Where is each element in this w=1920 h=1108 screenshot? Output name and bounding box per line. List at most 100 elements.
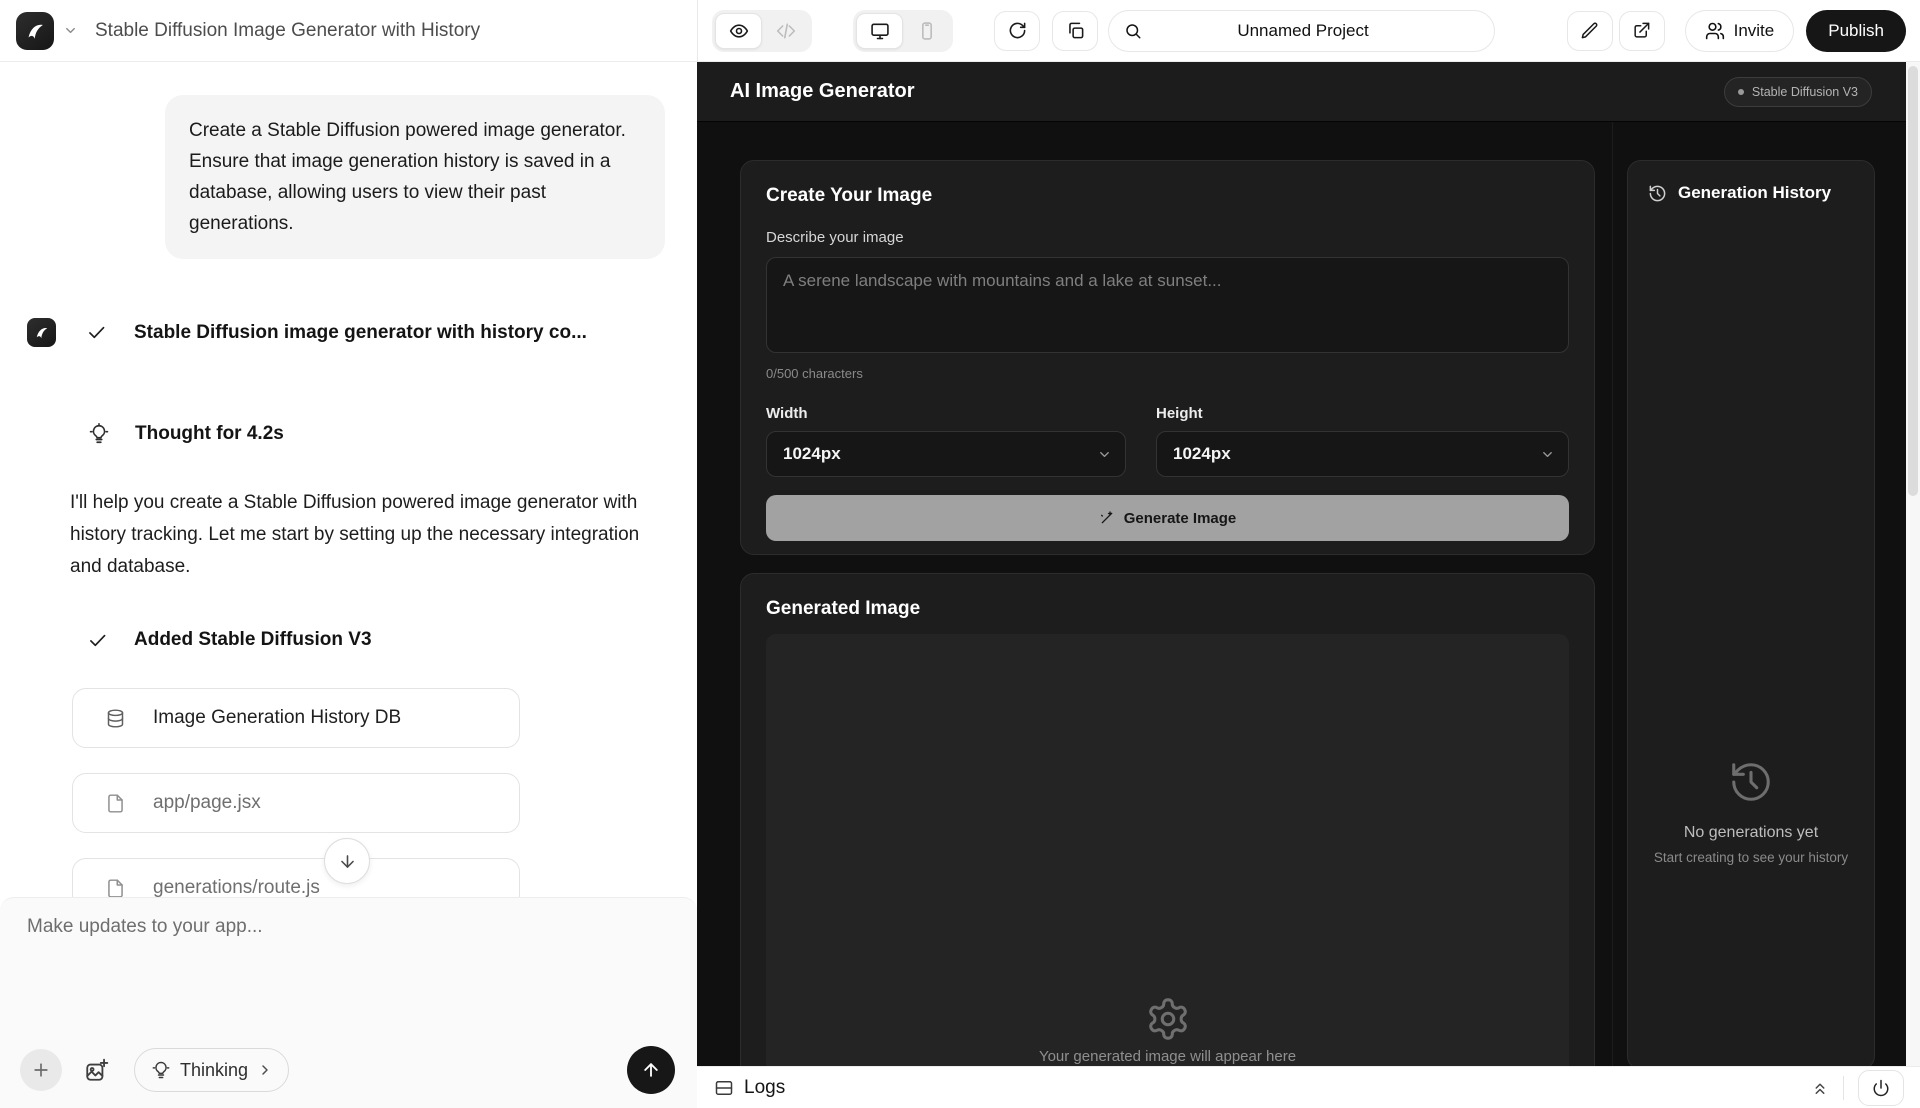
history-empty-subtitle: Start creating to see your history [1628,850,1874,865]
height-select[interactable]: 1024px [1156,431,1569,477]
chevron-down-icon [1540,447,1555,462]
gear-icon [1145,996,1191,1042]
generated-empty-text: Your generated image will appear here [766,1048,1569,1065]
view-mode-toggle [712,10,812,52]
width-select[interactable]: 1024px [766,431,1126,477]
history-icon [1648,184,1667,203]
history-empty-state: No generations yet Start creating to see… [1628,759,1874,865]
generated-image-card: Generated Image Your generated image wil… [740,573,1595,1066]
eye-icon [729,21,749,41]
chevron-down-icon[interactable] [63,23,78,38]
file-icon [105,878,126,899]
width-label: Width [766,405,1126,422]
chevrons-up-icon [1811,1079,1829,1097]
expand-logs-button[interactable] [1811,1079,1829,1097]
chevron-right-icon [257,1062,273,1078]
preview-toolbar: Unnamed Project Invite Publish [697,0,1920,62]
generate-label: Generate Image [1124,510,1237,527]
thinking-mode-button[interactable]: Thinking [134,1048,289,1092]
chevron-down-icon [1097,447,1112,462]
image-plus-icon [84,1057,110,1083]
power-icon [1872,1079,1890,1097]
model-badge: Stable Diffusion V3 [1724,77,1872,107]
history-header: Generation History [1648,183,1854,203]
logs-icon [714,1078,734,1098]
invite-button[interactable]: Invite [1685,10,1795,52]
publish-button[interactable]: Publish [1806,10,1906,52]
logs-label: Logs [744,1077,785,1099]
composer: Thinking [0,897,697,1108]
monitor-icon [870,21,890,41]
preview-scrollbar[interactable] [1906,62,1920,1066]
width-value: 1024px [783,444,841,464]
arrow-down-icon [338,852,357,871]
app-logo[interactable] [16,12,54,50]
prompt-input[interactable] [766,257,1569,353]
desktop-view-button[interactable] [856,13,903,49]
dimensions-row: Width 1024px Height 1024px [766,405,1569,477]
users-icon [1705,21,1725,41]
logs-bar: Logs [697,1066,1920,1108]
generated-card-title: Generated Image [766,598,1569,620]
copy-button[interactable] [1052,11,1098,51]
plus-icon [31,1060,51,1080]
height-value: 1024px [1173,444,1231,464]
file-card-label: generations/route.js [153,877,320,899]
preview-mode-button[interactable] [715,13,762,49]
phone-icon [917,21,937,41]
mobile-view-button[interactable] [903,13,950,49]
send-button[interactable] [627,1046,675,1094]
app-root: Stable Diffusion Image Generator with Hi… [0,0,1920,1108]
file-card-label: Image Generation History DB [153,707,401,729]
logo-mark-icon [32,323,51,342]
added-label: Added Stable Diffusion V3 [134,629,372,651]
refresh-button[interactable] [994,11,1040,51]
check-icon [86,322,107,343]
code-mode-button[interactable] [762,13,809,49]
file-card-label: app/page.jsx [153,792,261,814]
arrow-up-icon [641,1060,661,1080]
user-message-bubble: Create a Stable Diffusion powered image … [165,95,665,259]
history-title: Generation History [1678,183,1831,203]
scrollbar-thumb[interactable] [1908,66,1918,496]
height-label: Height [1156,405,1569,422]
copy-icon [1066,21,1085,40]
thought-label: Thought for 4.2s [135,423,284,445]
check-icon [87,630,108,651]
assistant-message: I'll help you create a Stable Diffusion … [70,487,650,583]
summary-label: Stable Diffusion image generator with hi… [134,322,587,344]
project-title: Stable Diffusion Image Generator with Hi… [95,20,480,42]
create-card-title: Create Your Image [766,185,1569,207]
edit-button[interactable] [1567,11,1613,51]
create-image-card: Create Your Image Describe your image 0/… [740,160,1595,555]
scroll-to-bottom-button[interactable] [324,838,370,884]
add-attachment-button[interactable] [20,1049,62,1091]
thought-row[interactable]: Thought for 4.2s [88,423,284,445]
add-image-button[interactable] [84,1057,110,1083]
publish-label: Publish [1828,21,1884,41]
history-icon [1728,759,1774,805]
history-empty-title: No generations yet [1628,824,1874,842]
model-badge-label: Stable Diffusion V3 [1752,85,1858,99]
assistant-summary-row[interactable]: Stable Diffusion image generator with hi… [27,318,587,347]
chat-header: Stable Diffusion Image Generator with Hi… [0,0,697,62]
search-icon [1124,22,1142,40]
generated-app-header: AI Image Generator Stable Diffusion V3 [697,62,1906,122]
invite-label: Invite [1734,21,1775,41]
column-divider [1612,122,1613,1066]
logs-controls [1811,1070,1904,1106]
project-url-bar[interactable]: Unnamed Project [1108,10,1495,52]
composer-input[interactable] [27,916,673,1036]
external-link-icon [1632,21,1651,40]
open-external-button[interactable] [1619,11,1665,51]
composer-toolbar: Thinking [20,1046,675,1094]
logo-mark-icon [22,18,48,44]
power-button[interactable] [1858,1070,1904,1106]
char-count: 0/500 characters [766,366,1569,381]
database-card[interactable]: Image Generation History DB [72,688,520,748]
generate-image-button[interactable]: Generate Image [766,495,1569,541]
file-card[interactable]: app/page.jsx [72,773,520,833]
code-icon [776,21,796,41]
generated-image-placeholder: Your generated image will appear here [766,634,1569,1066]
database-icon [105,708,126,729]
